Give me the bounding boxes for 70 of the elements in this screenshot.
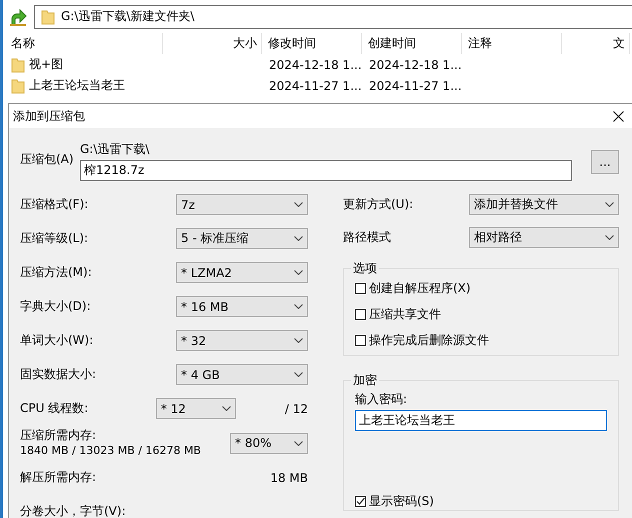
chevron-down-icon [294,372,303,377]
dropdown[interactable]: 添加并替换文件 [469,194,619,215]
chevron-down-icon [294,202,303,207]
checkbox[interactable] [355,282,366,294]
column-header[interactable]: 修改时间 [262,33,362,54]
group-title: 加密 [352,372,378,389]
field-label: 解压所需内存: [20,469,96,486]
dropdown[interactable]: * 80% [230,432,308,454]
column-header[interactable]: 文 [562,33,630,54]
memory-value: 18 MB [270,470,308,484]
checkbox-label: 创建自解压程序(X) [369,280,471,296]
chevron-down-icon [222,406,231,411]
file-name[interactable]: 上老王论坛当老王 [29,77,125,94]
field-label: 固实数据大小: [20,366,96,383]
thread-count: / 12 [284,402,308,416]
address-field[interactable]: G:\迅雷下载\新建文件夹\ [34,4,632,28]
dropdown[interactable]: * LZMA2 [176,262,308,283]
dropdown[interactable]: * 12 [156,398,236,419]
table-cell-text: 2024-12-18 1... [368,56,462,74]
up-arrow-icon[interactable] [8,6,28,26]
field-label: 压缩方法(M): [20,264,92,281]
checkbox[interactable] [355,308,366,320]
field-label: 分卷大小，字节(V): [20,503,126,518]
dropdown[interactable]: * 16 MB [176,296,308,317]
dropdown[interactable]: 相对路径 [469,227,619,248]
dropdown[interactable]: 5 - 标准压缩 [176,228,308,249]
field-label: CPU 线程数: [20,400,88,417]
memory-usage: 1840 MB / 13023 MB / 16278 MB [20,443,201,459]
field-label: 输入密码: [355,391,408,408]
field-label: 压缩所需内存: [20,427,98,443]
chevron-down-icon [294,270,303,275]
folder-icon [11,56,25,72]
dropdown[interactable]: * 4 GB [176,364,308,385]
column-header[interactable]: 名称 [3,33,163,54]
chevron-down-icon [294,304,303,309]
dropdown[interactable]: 7z [176,194,308,215]
field-label: 压缩包(A) [20,151,75,168]
checkbox[interactable] [355,334,366,346]
column-header[interactable]: 大小 [163,33,262,54]
column-header[interactable]: 注释 [462,33,562,54]
column-header[interactable]: 创建时间 [362,33,462,54]
folder-icon [41,8,55,24]
field-label: 单词大小(W): [20,332,94,349]
chevron-down-icon [605,202,614,207]
field-label: 压缩等级(L): [20,230,88,247]
table-cell-text: 2024-11-27 1... [368,78,462,94]
password-field[interactable]: 上老王论坛当老王 [355,410,607,431]
field-label: 压缩格式(F): [20,196,88,213]
archive-name-field[interactable]: 榨1218.7z [80,160,572,181]
checkbox[interactable] [355,496,366,506]
folder-icon [11,78,25,94]
browse-button[interactable]: ... [591,150,619,174]
checkbox-label: 操作完成后删除源文件 [369,332,489,348]
table-cell-text: 2024-11-27 1... [268,78,362,94]
chevron-down-icon [294,440,303,446]
dropdown[interactable]: * 32 [176,330,308,351]
table-cell-text: 2024-12-18 1... [268,56,362,74]
chevron-down-icon [294,236,303,241]
checkbox-label: 压缩共享文件 [369,306,441,322]
group-title: 选项 [352,260,378,277]
folder-path: G:\迅雷下载\ [80,141,150,158]
dialog-title: 添加到压缩包 [13,108,85,124]
chevron-down-icon [605,235,614,240]
field-label: 更新方式(U): [343,196,414,213]
file-name[interactable]: 视+图 [29,56,64,73]
field-label: 字典大小(D): [20,298,91,315]
field-label: 路径模式 [343,229,391,246]
close-icon[interactable] [613,110,624,122]
checkbox-label: 显示密码(S) [369,492,434,510]
chevron-down-icon [294,338,303,343]
